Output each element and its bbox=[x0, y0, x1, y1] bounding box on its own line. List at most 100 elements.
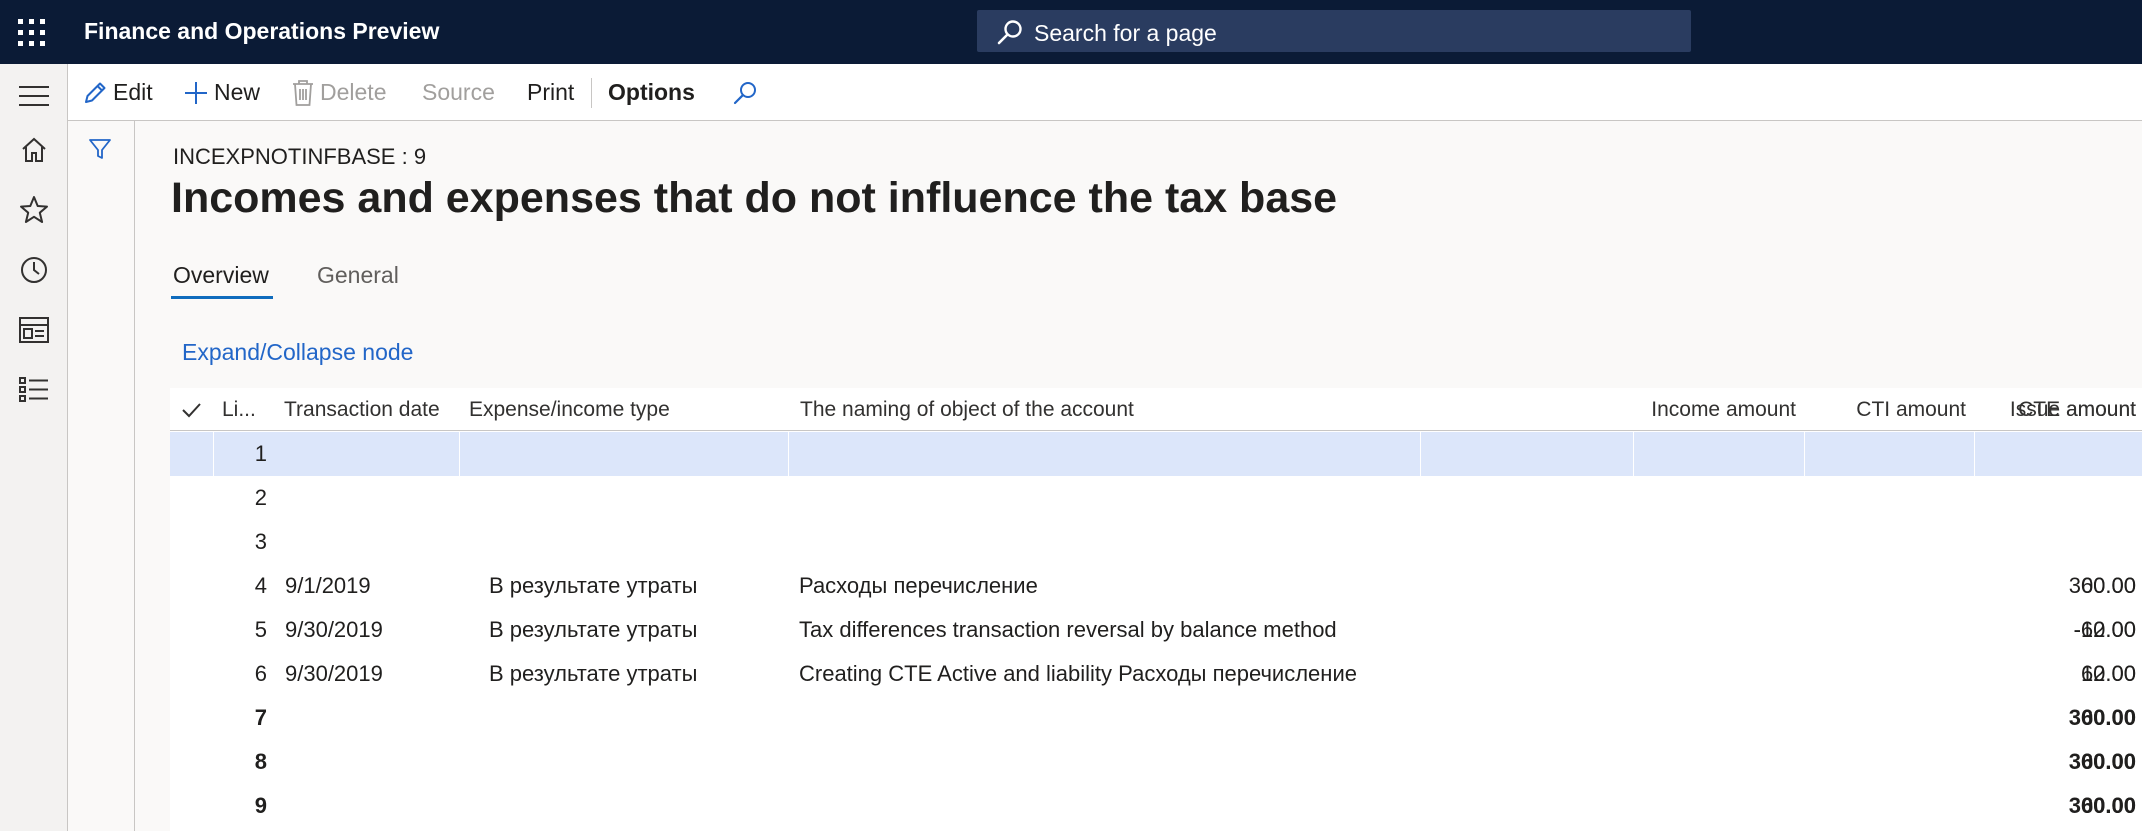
column-header-expense-income-type[interactable]: Expense/income type bbox=[469, 388, 769, 431]
cell-income-amount bbox=[1430, 564, 1796, 608]
cell-transaction-date: 9/30/2019 bbox=[285, 661, 383, 686]
cell-transaction-date bbox=[285, 520, 465, 564]
cell-cte-amount: 60.00 bbox=[2080, 793, 2136, 818]
cell-cte-amount: 60.00 bbox=[2080, 573, 2136, 598]
edit-button[interactable]: Edit bbox=[82, 64, 153, 121]
cell-line: 5 bbox=[254, 617, 267, 642]
cell-line: 8 bbox=[254, 749, 267, 774]
cell-expense-income-type bbox=[489, 432, 789, 476]
cell-income-amount bbox=[1430, 520, 1796, 564]
column-header-cti-amount[interactable]: CTI amount bbox=[1800, 388, 1966, 431]
new-label: New bbox=[214, 79, 261, 105]
workspace-icon[interactable] bbox=[18, 314, 50, 346]
plus-icon bbox=[183, 80, 209, 106]
cell-expense-income-type bbox=[489, 696, 789, 740]
options-label: Options bbox=[608, 79, 695, 105]
action-search-button[interactable] bbox=[732, 64, 763, 121]
clock-icon[interactable] bbox=[18, 254, 50, 286]
cell-cte-amount bbox=[1976, 432, 2136, 476]
cell-expense-income-type: В результате утраты bbox=[489, 617, 698, 642]
table-row[interactable]: 4 9/1/2019 В результате утраты Расходы пере… bbox=[170, 564, 2142, 608]
cell-expense-income-type: В результате утраты bbox=[489, 661, 698, 686]
cell-income-amount bbox=[1430, 696, 1796, 740]
new-button[interactable]: New bbox=[183, 64, 260, 121]
table-row[interactable]: 5 9/30/2019 В результате утраты Tax differe… bbox=[170, 608, 2142, 652]
search-icon bbox=[732, 80, 758, 106]
cell-cte-amount: 60.00 bbox=[2080, 705, 2136, 730]
cell-line: 9 bbox=[254, 793, 267, 818]
edit-label: Edit bbox=[113, 79, 153, 105]
cell-line: 1 bbox=[254, 441, 267, 466]
toolbar-divider bbox=[591, 78, 592, 108]
home-icon[interactable] bbox=[18, 134, 50, 166]
cell-transaction-date bbox=[285, 432, 465, 476]
cell-income-amount bbox=[1430, 432, 1796, 476]
cell-line: 6 bbox=[254, 661, 267, 686]
cell-transaction-date bbox=[285, 696, 465, 740]
star-icon[interactable] bbox=[18, 194, 50, 226]
source-button[interactable]: Source bbox=[422, 64, 495, 121]
cell-transaction-date: 9/1/2019 bbox=[285, 573, 371, 598]
trash-icon bbox=[291, 79, 315, 107]
pencil-icon bbox=[82, 80, 108, 106]
cell-line: 3 bbox=[254, 529, 267, 554]
app-title[interactable]: Finance and Operations Preview bbox=[84, 18, 439, 45]
cell-income-amount bbox=[1430, 652, 1796, 696]
cell-transaction-date bbox=[285, 740, 465, 784]
cell-line: 4 bbox=[254, 573, 267, 598]
cell-cte-amount bbox=[1976, 520, 2136, 564]
table-row[interactable]: 2 bbox=[170, 476, 2142, 520]
cell-divider bbox=[213, 432, 214, 476]
page-title: Incomes and expenses that do not influen… bbox=[171, 174, 1338, 222]
menu-icon[interactable] bbox=[18, 80, 50, 112]
source-label: Source bbox=[422, 79, 495, 105]
table-row[interactable]: 9 300.00 60.00 bbox=[170, 784, 2142, 828]
table-row[interactable]: 7 300.00 60.00 bbox=[170, 696, 2142, 740]
cell-transaction-date bbox=[285, 784, 465, 828]
cell-cte-amount: 12.00 bbox=[2080, 661, 2136, 686]
top-bar: Finance and Operations Preview Search fo… bbox=[0, 0, 2142, 64]
cell-cte-amount: -12.00 bbox=[2073, 617, 2136, 642]
delete-button[interactable]: Delete bbox=[291, 64, 386, 121]
cell-income-amount bbox=[1430, 476, 1796, 520]
cell-income-amount bbox=[1430, 740, 1796, 784]
active-tab-indicator bbox=[171, 296, 273, 299]
cell-expense-income-type bbox=[489, 520, 789, 564]
table-row[interactable]: 3 bbox=[170, 520, 2142, 564]
cell-cte-amount: 60.00 bbox=[2080, 749, 2136, 774]
app-launcher-icon[interactable] bbox=[17, 18, 47, 48]
expand-collapse-node-button[interactable]: Expand/Collapse node bbox=[182, 339, 413, 366]
table-row[interactable]: 1 bbox=[170, 432, 2142, 476]
cell-expense-income-type bbox=[489, 476, 789, 520]
left-nav-pane bbox=[0, 64, 68, 831]
select-all-checkbox[interactable] bbox=[180, 388, 206, 431]
column-header-transaction-date[interactable]: Transaction date bbox=[284, 388, 464, 431]
cell-expense-income-type bbox=[489, 740, 789, 784]
cell-expense-income-type: В результате утраты bbox=[489, 573, 698, 598]
tab-overview[interactable]: Overview bbox=[173, 262, 269, 289]
grid-header: Li... Transaction date Expense/income ty… bbox=[170, 388, 2142, 431]
search-input[interactable]: Search for a page bbox=[977, 10, 1691, 52]
filter-pane bbox=[68, 121, 135, 831]
tab-general[interactable]: General bbox=[317, 262, 399, 289]
table-row[interactable]: 8 300.00 60.00 bbox=[170, 740, 2142, 784]
table-row[interactable]: 6 9/30/2019 В результате утраты Creating CT… bbox=[170, 652, 2142, 696]
column-header-object-name[interactable]: The naming of object of the account bbox=[800, 388, 1220, 431]
cell-cte-amount bbox=[1976, 476, 2136, 520]
cell-line: 2 bbox=[254, 485, 267, 510]
delete-label: Delete bbox=[320, 79, 387, 105]
options-button[interactable]: Options bbox=[608, 64, 695, 121]
column-header-line[interactable]: Li... bbox=[222, 388, 262, 431]
record-caption: INCEXPNOTINFBASE : 9 bbox=[173, 144, 427, 169]
filter-icon[interactable] bbox=[88, 137, 112, 166]
search-placeholder: Search for a page bbox=[1034, 20, 1217, 46]
print-label: Print bbox=[527, 79, 575, 105]
column-header-income-amount[interactable]: Income amount bbox=[1430, 388, 1796, 431]
action-pane: Edit New Delete Source Print Options bbox=[68, 64, 2142, 121]
cell-transaction-date: 9/30/2019 bbox=[285, 617, 383, 642]
cell-income-amount bbox=[1430, 784, 1796, 828]
column-header-cte-amount[interactable]: CTE amount bbox=[1976, 388, 2136, 431]
list-icon[interactable] bbox=[18, 374, 50, 406]
cell-expense-income-type bbox=[489, 784, 789, 828]
print-button[interactable]: Print bbox=[527, 64, 574, 121]
